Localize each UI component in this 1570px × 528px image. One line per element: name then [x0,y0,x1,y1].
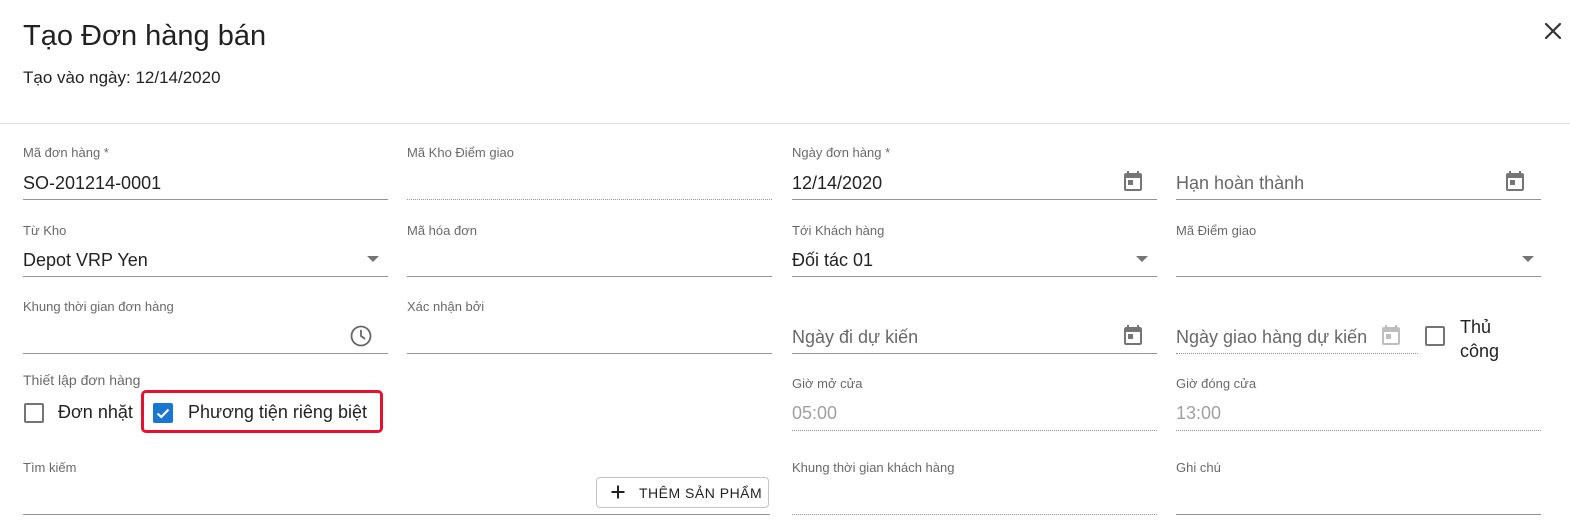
calendar-icon [1382,325,1400,345]
expected-departure-underline [792,353,1157,354]
created-date-label: Tạo vào ngày: 12/14/2020 [23,68,221,87]
from-warehouse-select[interactable]: Từ Kho Depot VRP Yen [23,221,388,281]
customer-time-window-underline [792,514,1157,515]
dropdown-arrow-icon[interactable] [367,256,379,262]
close-time-field: Giờ đóng cửa 13:00 [1176,374,1541,434]
order-code-underline [23,199,388,200]
order-time-window-underline [23,353,388,354]
delivery-point-code-select[interactable]: Mã Điểm giao [1176,221,1541,281]
close-icon [1544,22,1562,40]
close-time-value: 13:00 [1176,403,1222,423]
delivery-warehouse-code-underline [407,199,772,200]
clock-icon[interactable] [349,324,373,348]
order-date-field[interactable]: Ngày đơn hàng * 12/14/2020 [792,143,1157,203]
open-time-value: 05:00 [792,403,838,423]
close-button[interactable] [1538,16,1568,46]
dialog-title: Tạo Đơn hàng bán [23,20,267,52]
order-time-window-field[interactable]: Khung thời gian đơn hàng [23,297,388,357]
open-time-label: Giờ mở cửa [792,376,863,391]
expected-departure-field[interactable]: Ngày đi dự kiến [792,297,1157,357]
separate-vehicle-checkbox[interactable] [153,403,173,423]
calendar-icon[interactable] [1503,170,1527,194]
note-underline [1176,514,1541,515]
from-warehouse-underline [23,276,388,277]
open-time-field: Giờ mở cửa 05:00 [792,374,1157,434]
order-setup-label: Thiết lập đơn hàng [23,372,141,388]
deadline-placeholder: Hạn hoàn thành [1176,173,1305,193]
manual-label: Thủ công [1460,317,1500,361]
header-divider [0,123,1570,124]
customer-time-window-field[interactable]: Khung thời gian khách hàng [792,458,1157,518]
invoice-code-underline [407,276,772,277]
order-code-label: Mã đơn hàng * [23,145,109,160]
expected-delivery-underline [1176,353,1418,354]
deadline-underline [1176,199,1541,200]
separate-vehicle-label: Phương tiện riêng biệt [188,402,367,422]
customer-time-window-label: Khung thời gian khách hàng [792,460,955,475]
order-code-value: SO-201214-0001 [23,173,162,193]
expected-delivery-placeholder: Ngày giao hàng dự kiến [1176,327,1368,347]
confirmed-by-label: Xác nhận bởi [407,299,485,314]
order-date-value: 12/14/2020 [792,173,883,193]
from-warehouse-label: Từ Kho [23,223,67,238]
order-time-window-label: Khung thời gian đơn hàng [23,299,174,314]
expected-departure-placeholder: Ngày đi dự kiến [792,327,919,347]
to-customer-value: Đối tác 01 [792,250,874,270]
open-time-underline [792,430,1157,431]
order-date-label: Ngày đơn hàng * [792,145,891,160]
search-underline [23,514,770,515]
note-field[interactable]: Ghi chú [1176,458,1541,518]
delivery-point-code-underline [1176,276,1541,277]
search-label: Tìm kiếm [23,460,77,475]
delivery-warehouse-code-field[interactable]: Mã Kho Điểm giao [407,143,772,203]
to-customer-label: Tới Khách hàng [792,223,885,238]
add-product-label: THÊM SẢN PHẨM [639,485,763,501]
close-time-underline [1176,430,1541,431]
calendar-icon[interactable] [1121,170,1145,194]
order-date-underline [792,199,1157,200]
dropdown-arrow-icon[interactable] [1522,256,1534,262]
checkmark-icon [156,408,170,419]
to-customer-underline [792,276,1157,277]
single-order-label: Đơn nhặt [58,402,133,422]
delivery-warehouse-code-label: Mã Kho Điểm giao [407,145,514,160]
deadline-field[interactable]: Hạn hoàn thành [1176,143,1541,203]
to-customer-select[interactable]: Tới Khách hàng Đối tác 01 [792,221,1157,281]
delivery-point-code-label: Mã Điểm giao [1176,223,1257,238]
from-warehouse-value: Depot VRP Yen [23,250,148,270]
confirmed-by-field[interactable]: Xác nhận bởi [407,297,772,357]
invoice-code-label: Mã hóa đơn [407,223,477,238]
order-code-field[interactable]: Mã đơn hàng * SO-201214-0001 [23,143,388,203]
add-product-button[interactable]: THÊM SẢN PHẨM [596,477,769,508]
confirmed-by-underline [407,353,772,354]
single-order-checkbox[interactable] [24,403,44,423]
dropdown-arrow-icon[interactable] [1136,256,1148,262]
calendar-icon[interactable] [1121,324,1145,348]
invoice-code-field[interactable]: Mã hóa đơn [407,221,772,281]
close-time-label: Giờ đóng cửa [1176,376,1257,391]
note-label: Ghi chú [1176,460,1221,475]
expected-delivery-field[interactable]: Ngày giao hàng dự kiến [1176,297,1418,357]
plus-icon [611,485,625,499]
manual-checkbox[interactable] [1425,326,1445,346]
